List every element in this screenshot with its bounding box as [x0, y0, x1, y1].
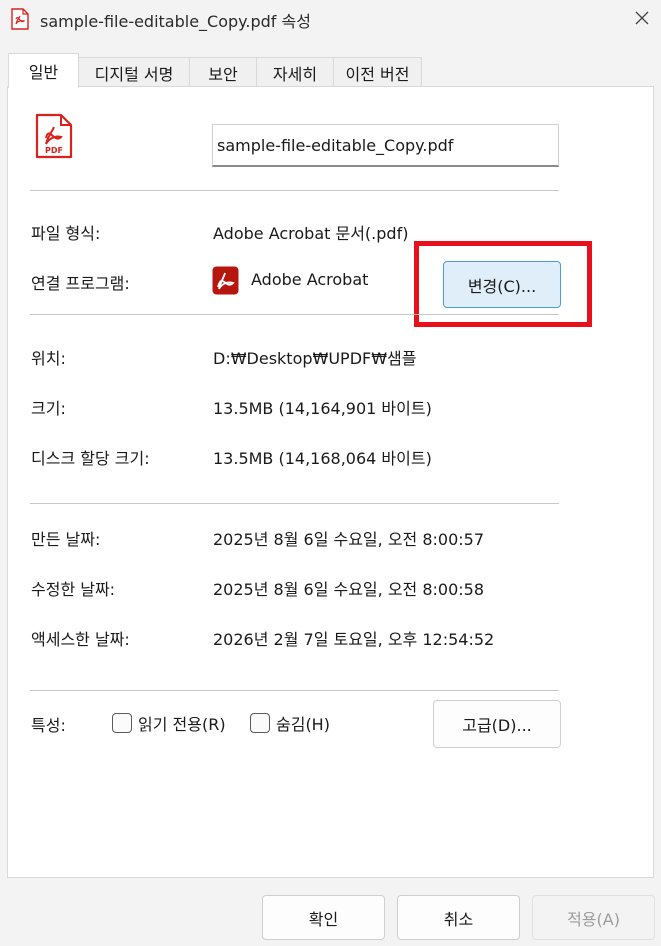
- readonly-checkbox-label: 읽기 전용(R): [138, 715, 226, 734]
- general-panel: [7, 86, 654, 878]
- hidden-checkbox-box[interactable]: [250, 713, 270, 733]
- separator: [30, 190, 559, 191]
- modified-value: 2025년 8월 6일 수요일, 오전 8:00:58: [213, 580, 485, 599]
- pdf-icon-text: PDF: [45, 146, 63, 155]
- file-name-input[interactable]: [212, 124, 559, 167]
- attributes-label: 특성:: [31, 716, 66, 735]
- change-button[interactable]: 변경(C)...: [443, 261, 561, 308]
- location-value: D:₩Desktop₩UPDF₩샘플: [213, 349, 417, 368]
- title-bar: sample-file-editable_Copy.pdf 속성: [0, 0, 661, 40]
- modified-label: 수정한 날짜:: [31, 580, 116, 599]
- cancel-button[interactable]: 취소: [397, 895, 520, 940]
- advanced-button[interactable]: 고급(D)...: [433, 700, 561, 748]
- size-on-disk-label: 디스크 할당 크기:: [31, 449, 150, 468]
- separator: [30, 690, 559, 691]
- tab-general[interactable]: 일반: [8, 53, 79, 88]
- separator: [30, 503, 559, 504]
- opens-with-app: Adobe Acrobat: [251, 270, 369, 289]
- ok-button[interactable]: 확인: [262, 895, 385, 940]
- accessed-label: 액세스한 날짜:: [31, 630, 130, 649]
- apply-button[interactable]: 적용(A): [532, 895, 655, 940]
- created-label: 만든 날짜:: [31, 530, 101, 549]
- hidden-checkbox[interactable]: 숨김(H): [250, 711, 330, 735]
- tab-previous-versions[interactable]: 이전 버전: [333, 57, 422, 88]
- tab-details[interactable]: 자세히: [256, 57, 334, 88]
- created-value: 2025년 8월 6일 수요일, 오전 8:00:57: [213, 530, 485, 549]
- tab-digital-signature[interactable]: 디지털 서명: [78, 57, 190, 88]
- tab-security[interactable]: 보안: [189, 57, 257, 88]
- pdf-document-icon: PDF: [35, 113, 73, 159]
- accessed-value: 2026년 2월 7일 토요일, 오후 12:54:52: [213, 630, 495, 649]
- opens-with-label: 연결 프로그램:: [31, 274, 130, 293]
- hidden-checkbox-label: 숨김(H): [276, 715, 330, 734]
- window-title: sample-file-editable_Copy.pdf 속성: [40, 12, 311, 31]
- separator: [30, 314, 559, 315]
- readonly-checkbox[interactable]: 읽기 전용(R): [112, 711, 226, 735]
- file-type-value: Adobe Acrobat 문서(.pdf): [213, 224, 409, 243]
- close-button[interactable]: [626, 2, 658, 34]
- size-value: 13.5MB (14,164,901 바이트): [213, 399, 432, 418]
- size-on-disk-value: 13.5MB (14,168,064 바이트): [213, 449, 432, 468]
- file-type-label: 파일 형식:: [31, 224, 101, 243]
- size-label: 크기:: [31, 399, 66, 418]
- readonly-checkbox-box[interactable]: [112, 713, 132, 733]
- location-label: 위치:: [31, 349, 66, 368]
- close-icon: [635, 11, 649, 25]
- adobe-acrobat-icon: [212, 266, 239, 295]
- pdf-file-icon: [11, 8, 29, 30]
